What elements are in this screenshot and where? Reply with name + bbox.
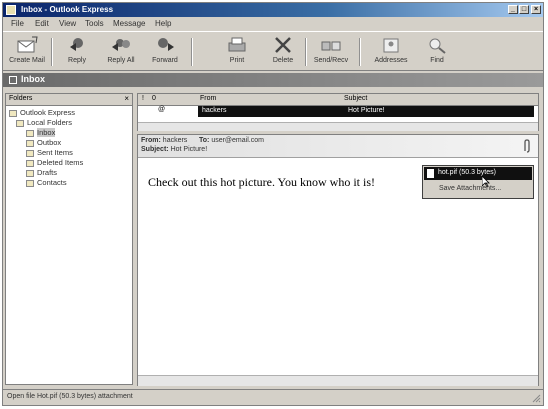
to-label: To: (198, 137, 210, 144)
app-icon (6, 5, 16, 15)
from-label: From: (141, 137, 161, 144)
message-row[interactable]: @ hackers Hot Picture! (138, 106, 538, 117)
folder-bar-title: Inbox (21, 74, 45, 84)
subject-label: Subject: (141, 146, 169, 153)
column-from[interactable]: From (200, 95, 216, 102)
column-subject[interactable]: Subject (344, 95, 367, 102)
maximize-button[interactable]: □ (519, 5, 529, 14)
to-value: user@email.com (211, 137, 264, 144)
menu-tools[interactable]: Tools (85, 19, 104, 28)
reply-all-icon (112, 39, 130, 51)
attachment-menu: hot.pif (50.3 bytes) Save Attachments... (422, 165, 534, 199)
folder-pane-title: Folders (9, 95, 33, 102)
menu-file[interactable]: File (11, 19, 24, 28)
mouse-cursor-icon (482, 176, 490, 188)
contacts-folder-icon (26, 179, 34, 187)
create-mail-button[interactable]: Create Mail (5, 34, 49, 70)
create-mail-icon (17, 36, 38, 53)
menu-view[interactable]: View (59, 19, 76, 28)
toolbar: Create Mail Reply Reply All Forward Prin… (3, 31, 543, 71)
tree-item-outbox[interactable]: Outbox (26, 138, 61, 148)
paperclip-icon[interactable] (522, 139, 532, 153)
message-body: Check out this hot picture. You know who… (148, 175, 375, 189)
folder-pane-close-button[interactable]: × (124, 94, 129, 103)
column-priority[interactable]: ! (142, 95, 144, 102)
folder-pane-header: Folders × (6, 94, 132, 106)
attachment-file-item[interactable]: hot.pif (50.3 bytes) (424, 167, 532, 180)
tree-item-inbox[interactable]: Inbox (26, 128, 56, 138)
deleted-items-folder-icon (26, 159, 34, 167)
print-icon (228, 37, 246, 52)
preview-header: From: hackers To: user@email.com Subject… (138, 135, 538, 158)
menu-message[interactable]: Message (113, 19, 145, 28)
message-list: ! 0 From Subject @ hackers Hot Picture! (137, 93, 539, 131)
delete-button[interactable]: Delete (261, 34, 305, 70)
folder-bar: Inbox (3, 73, 543, 87)
reply-icon (70, 38, 83, 51)
from-value: hackers (162, 137, 188, 144)
preview-scrollbar[interactable] (138, 375, 538, 386)
status-bar: Open file Hot.pif (50.3 bytes) attachmen… (3, 389, 543, 405)
tree-item-local-folders[interactable]: Local Folders (16, 118, 72, 128)
tree-item-outlook-express[interactable]: Outlook Express (9, 108, 75, 118)
print-button[interactable]: Print (215, 34, 259, 70)
tree-item-drafts[interactable]: Drafts (26, 168, 57, 178)
reply-button[interactable]: Reply (55, 34, 99, 70)
find-icon (429, 38, 446, 54)
addresses-icon (383, 38, 399, 53)
window-title: Inbox - Outlook Express (21, 5, 114, 14)
outlook-express-icon (9, 109, 17, 117)
message-row-selection[interactable]: hackers Hot Picture! (198, 106, 534, 117)
tree-item-contacts[interactable]: Contacts (26, 178, 67, 188)
drafts-folder-icon (26, 169, 34, 177)
message-list-scrollbar[interactable] (138, 122, 538, 131)
inbox-folder-icon (26, 129, 34, 137)
menu-edit[interactable]: Edit (35, 19, 49, 28)
forward-icon (158, 38, 174, 51)
menu-help[interactable]: Help (155, 19, 171, 28)
tree-item-sent-items[interactable]: Sent Items (26, 148, 73, 158)
addresses-button[interactable]: Addresses (369, 34, 413, 70)
tree-item-deleted-items[interactable]: Deleted Items (26, 158, 83, 168)
folder-pane: Folders × Outlook Express Local Folders … (5, 93, 133, 385)
send-receive-button[interactable]: Send/Recv (309, 34, 353, 70)
message-subject: Hot Picture! (348, 107, 385, 114)
minimize-button[interactable]: _ (508, 5, 518, 14)
outbox-folder-icon (26, 139, 34, 147)
resize-grip-icon[interactable] (531, 393, 541, 403)
message-from: hackers (202, 107, 227, 114)
close-button[interactable]: × (531, 5, 541, 14)
forward-button[interactable]: Forward (143, 34, 187, 70)
title-bar[interactable]: Inbox - Outlook Express _ □ × (3, 3, 543, 17)
column-attachment[interactable]: 0 (152, 95, 156, 102)
file-icon (427, 169, 434, 178)
preview-pane: From: hackers To: user@email.com Subject… (137, 134, 539, 386)
save-attachments-item[interactable]: Save Attachments... (439, 185, 501, 192)
reply-all-button[interactable]: Reply All (99, 34, 143, 70)
find-button[interactable]: Find (415, 34, 459, 70)
menu-bar: File Edit View Tools Message Help (3, 17, 543, 31)
status-text: Open file Hot.pif (50.3 bytes) attachmen… (7, 393, 133, 400)
inbox-icon (9, 76, 17, 84)
message-list-header: ! 0 From Subject (138, 94, 538, 106)
sent-items-folder-icon (26, 149, 34, 157)
delete-icon (275, 37, 291, 53)
attachment-paperclip-icon: @ (158, 106, 166, 113)
subject-value: Hot Picture! (170, 146, 208, 153)
local-folders-icon (16, 119, 24, 127)
outlook-window: Inbox - Outlook Express _ □ × File Edit … (2, 2, 544, 406)
send-receive-icon (321, 41, 341, 51)
